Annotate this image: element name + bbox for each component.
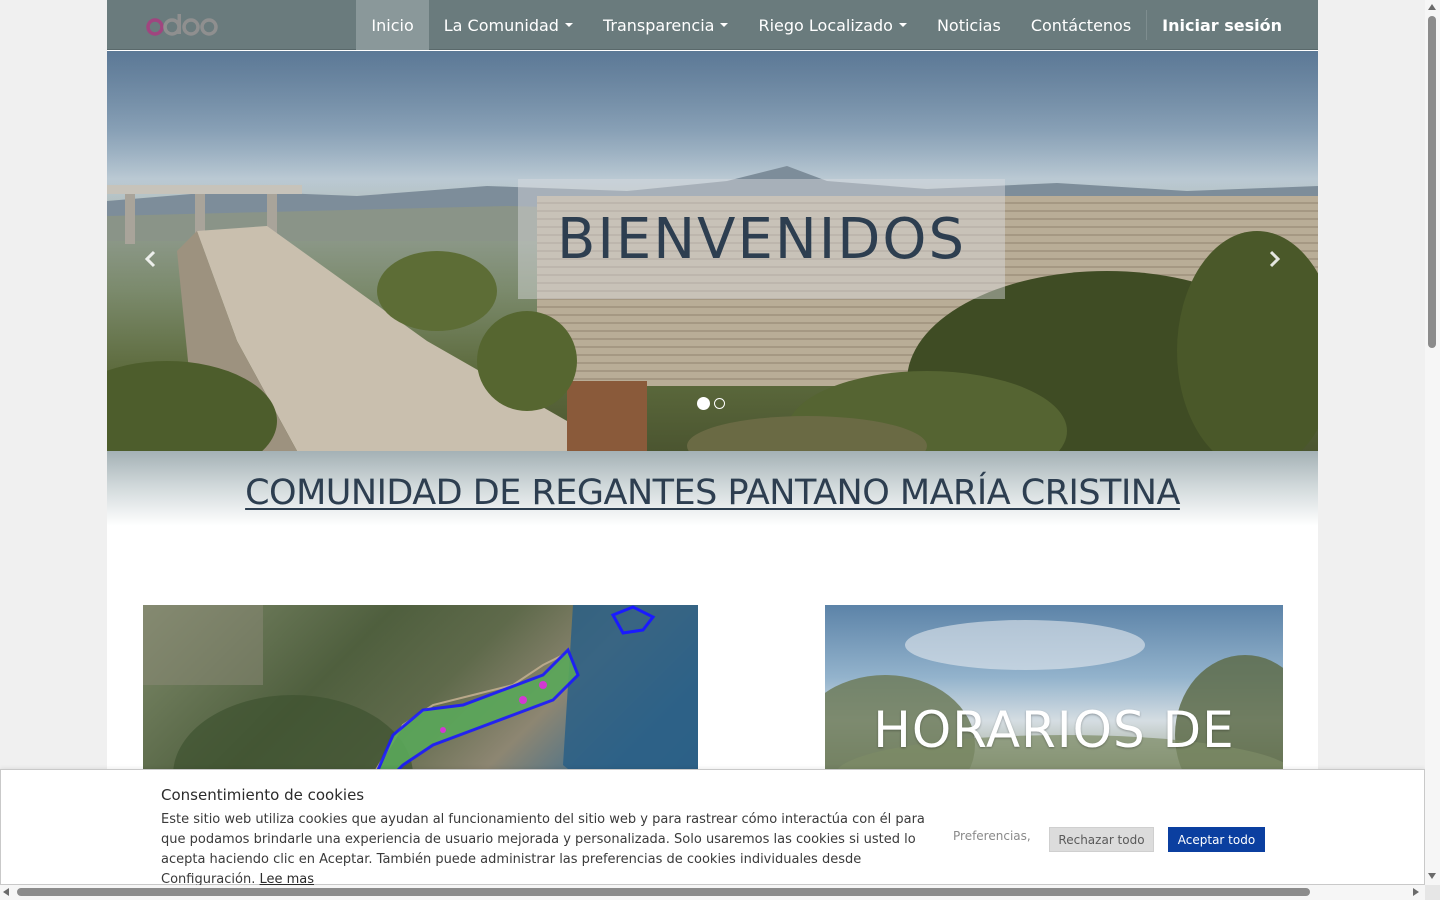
carousel-indicator-1[interactable] xyxy=(697,397,710,410)
nav-label: Riego Localizado xyxy=(758,15,893,35)
scrollbar-corner xyxy=(1425,885,1440,900)
nav-item-transparencia[interactable]: Transparencia xyxy=(588,0,744,50)
carousel-indicator-2[interactable] xyxy=(714,398,725,409)
nav-item-inicio[interactable]: Inicio xyxy=(356,0,429,50)
cookie-reject-button[interactable]: Rechazar todo xyxy=(1049,827,1154,852)
caret-down-icon xyxy=(564,23,573,27)
nav-item-la-comunidad[interactable]: La Comunidad xyxy=(429,0,588,50)
horizontal-scrollbar[interactable] xyxy=(0,885,1425,900)
cookie-title: Consentimiento de cookies xyxy=(161,786,365,804)
nav-label: Transparencia xyxy=(602,15,715,35)
horizontal-scroll-thumb[interactable] xyxy=(17,888,1310,896)
site-logo[interactable] xyxy=(145,10,225,40)
hero-caption-text: BIENVENIDOS xyxy=(556,206,967,272)
cookie-consent-banner: Consentimiento de cookies Este sitio web… xyxy=(0,769,1425,887)
nav-item-riego-localizado[interactable]: Riego Localizado xyxy=(743,0,922,50)
nav-item-contactenos[interactable]: Contáctenos xyxy=(1016,0,1146,50)
nav-label: Inicio xyxy=(371,15,414,35)
hero-caption-box: BIENVENIDOS xyxy=(518,179,1005,299)
nav-label: Noticias xyxy=(936,15,1001,35)
cookie-text: Este sitio web utiliza cookies que ayuda… xyxy=(161,810,931,890)
scroll-down-arrow-icon[interactable] xyxy=(1428,873,1436,879)
cookie-accept-button[interactable]: Aceptar todo xyxy=(1168,827,1265,852)
hero-carousel: BIENVENIDOS xyxy=(107,51,1318,451)
login-label: Iniciar sesión xyxy=(1162,15,1282,35)
login-link[interactable]: Iniciar sesión xyxy=(1147,0,1318,50)
scroll-up-arrow-icon[interactable] xyxy=(1428,4,1436,10)
page-title-link[interactable]: COMUNIDAD DE REGANTES PANTANO MARÍA CRIS… xyxy=(245,473,1180,526)
carousel-prev-button[interactable] xyxy=(139,247,163,271)
title-band: COMUNIDAD DE REGANTES PANTANO MARÍA CRIS… xyxy=(107,451,1318,526)
scroll-right-arrow-icon[interactable] xyxy=(1413,888,1419,896)
chevron-right-icon xyxy=(1269,250,1281,268)
vertical-scrollbar[interactable] xyxy=(1425,0,1440,885)
nav-label: La Comunidad xyxy=(443,15,559,35)
chevron-left-icon xyxy=(144,250,156,268)
top-navbar: Inicio La Comunidad Transparencia Riego … xyxy=(107,0,1318,50)
hero-bridge xyxy=(107,185,302,194)
vertical-scroll-thumb[interactable] xyxy=(1428,16,1436,348)
nav-item-noticias[interactable]: Noticias xyxy=(922,0,1016,50)
scroll-left-arrow-icon[interactable] xyxy=(3,888,9,896)
nav-label: Contáctenos xyxy=(1030,15,1132,35)
caret-down-icon xyxy=(898,23,907,27)
caret-down-icon xyxy=(720,23,729,27)
cookie-preferences-button[interactable]: Preferencias, xyxy=(953,829,1031,843)
main-nav: Inicio La Comunidad Transparencia Riego … xyxy=(356,0,1318,50)
page-container: Inicio La Comunidad Transparencia Riego … xyxy=(107,0,1318,900)
schedule-image-text: HORARIOS DE xyxy=(873,701,1235,759)
carousel-next-button[interactable] xyxy=(1262,247,1286,271)
odoo-logo-icon xyxy=(146,14,218,36)
carousel-indicators xyxy=(697,397,725,410)
